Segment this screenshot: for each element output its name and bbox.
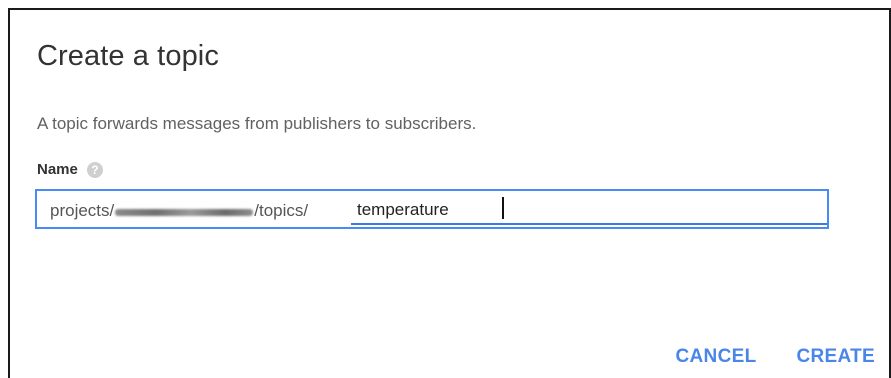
topic-name-field[interactable]: projects/ /topics/ bbox=[35, 189, 829, 229]
dialog-actions: CANCEL CREATE bbox=[676, 346, 875, 368]
prefix-projects: projects/ bbox=[50, 201, 115, 220]
help-icon[interactable]: ? bbox=[86, 161, 103, 178]
dialog-description: A topic forwards messages from publisher… bbox=[37, 114, 477, 133]
text-cursor bbox=[502, 197, 504, 219]
prefix-topics: /topics/ bbox=[254, 201, 309, 220]
topic-name-input[interactable] bbox=[351, 196, 827, 225]
topic-path-prefix: projects/ /topics/ bbox=[50, 201, 308, 221]
redacted-project-id bbox=[115, 208, 254, 216]
dialog-title: Create a topic bbox=[37, 40, 219, 72]
name-label-row: Name ? bbox=[37, 161, 103, 178]
create-button[interactable]: CREATE bbox=[796, 346, 875, 368]
cancel-button[interactable]: CANCEL bbox=[676, 346, 757, 368]
name-label: Name bbox=[37, 161, 78, 178]
create-topic-dialog: Create a topic A topic forwards messages… bbox=[8, 8, 891, 378]
